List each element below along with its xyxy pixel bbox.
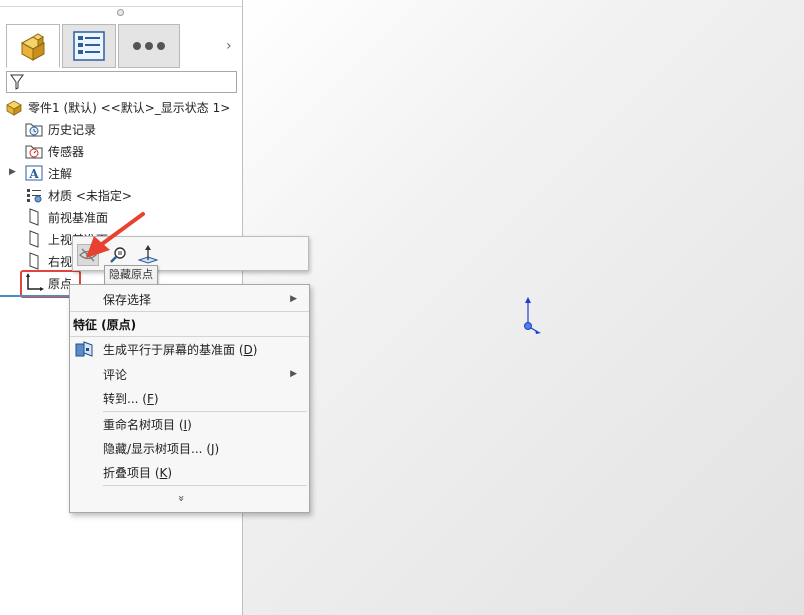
menu-expand-more[interactable]: »: [70, 486, 309, 510]
menu-accelerator-key: K: [159, 465, 168, 480]
double-chevron-down-icon: »: [174, 494, 188, 502]
annotation-arrow-icon: [86, 212, 145, 258]
tree-item-label: 材质 <未指定>: [48, 188, 132, 203]
menu-item-label: 评论: [103, 367, 128, 382]
tree-item-sensors[interactable]: 传感器: [24, 140, 84, 162]
menu-item-rename-tree-item[interactable]: 重命名树项目 (I): [70, 412, 309, 436]
menu-accelerator-key: F: [146, 391, 154, 406]
part-feature-tab[interactable]: [6, 24, 60, 68]
menu-section-header: 特征 (原点): [70, 312, 309, 336]
menu-accelerator-key: I: [183, 417, 188, 432]
menu-item-label: 转到...: [103, 391, 139, 406]
annotation-icon: A: [24, 164, 44, 182]
selection-indicator-line: [0, 295, 70, 297]
hide-origin-tooltip: 隐藏原点: [104, 265, 158, 285]
tabs-scroll-right-icon[interactable]: ›: [226, 38, 232, 54]
tree-root-part[interactable]: 零件1 (默认) <<默认>_显示状态 1>: [4, 96, 230, 118]
svg-text:A: A: [28, 167, 39, 181]
tree-item-label: 历史记录: [48, 122, 97, 137]
feature-manager-tabs: ›: [6, 24, 241, 70]
tree-root-label: 零件1 (默认) <<默认>_显示状态 1>: [28, 100, 231, 115]
material-icon: [24, 186, 44, 204]
plane-icon: [24, 230, 44, 248]
tree-item-annotations[interactable]: A 注解: [24, 162, 72, 184]
plane-icon: [24, 252, 44, 270]
expand-annotations-icon[interactable]: ▶: [9, 167, 16, 177]
submenu-arrow-icon: ▶: [290, 369, 297, 379]
menu-item-label: 保存选择: [103, 292, 152, 307]
menu-item-save-selection[interactable]: 保存选择 ▶: [70, 287, 309, 311]
menu-accelerator-key: D: [243, 342, 253, 357]
menu-item-label: 隐藏/显示树项目...: [103, 441, 203, 456]
tree-item-label: 注解: [48, 166, 73, 181]
submenu-arrow-icon: ▶: [290, 294, 297, 304]
plane-screen-icon: [75, 341, 93, 357]
sensor-folder-icon: [24, 142, 44, 160]
menu-item-comment[interactable]: 评论 ▶: [70, 362, 309, 386]
menu-item-plane-parallel-screen[interactable]: 生成平行于屏幕的基准面 (D): [70, 337, 309, 361]
tree-filter-input[interactable]: [6, 71, 237, 93]
tree-item-material[interactable]: 材质 <未指定>: [24, 184, 132, 206]
menu-header-label: 特征 (原点): [73, 317, 137, 332]
tree-item-label: 传感器: [48, 144, 85, 159]
menu-item-goto[interactable]: 转到... (F): [70, 386, 309, 410]
menu-accelerator-key: J: [211, 441, 215, 456]
more-tabs[interactable]: [118, 24, 180, 68]
menu-item-label: 折叠项目: [103, 465, 152, 480]
panel-top-strip: [0, 0, 242, 7]
menu-item-label: 生成平行于屏幕的基准面: [103, 342, 236, 357]
property-manager-tab[interactable]: [62, 24, 116, 68]
ellipsis-icon: [133, 42, 165, 50]
plane-icon: [24, 208, 44, 226]
part-cube-icon: [4, 98, 24, 116]
part-cube-icon: [20, 33, 46, 61]
context-menu: 保存选择 ▶ 特征 (原点) 生成平行于屏幕的基准面 (D) 评论 ▶ 转到..…: [69, 284, 310, 513]
property-list-icon: [73, 31, 105, 61]
origin-triad-icon[interactable]: [517, 297, 543, 335]
menu-item-hide-show-tree-items[interactable]: 隐藏/显示树项目... (J): [70, 436, 309, 460]
menu-item-collapse-items[interactable]: 折叠项目 (K): [70, 460, 309, 484]
tree-item-history[interactable]: 历史记录: [24, 118, 96, 140]
filter-funnel-icon: [10, 74, 24, 90]
history-folder-icon: [24, 120, 44, 138]
panel-grip-handle[interactable]: [117, 9, 124, 16]
menu-item-label: 重命名树项目: [103, 417, 176, 432]
